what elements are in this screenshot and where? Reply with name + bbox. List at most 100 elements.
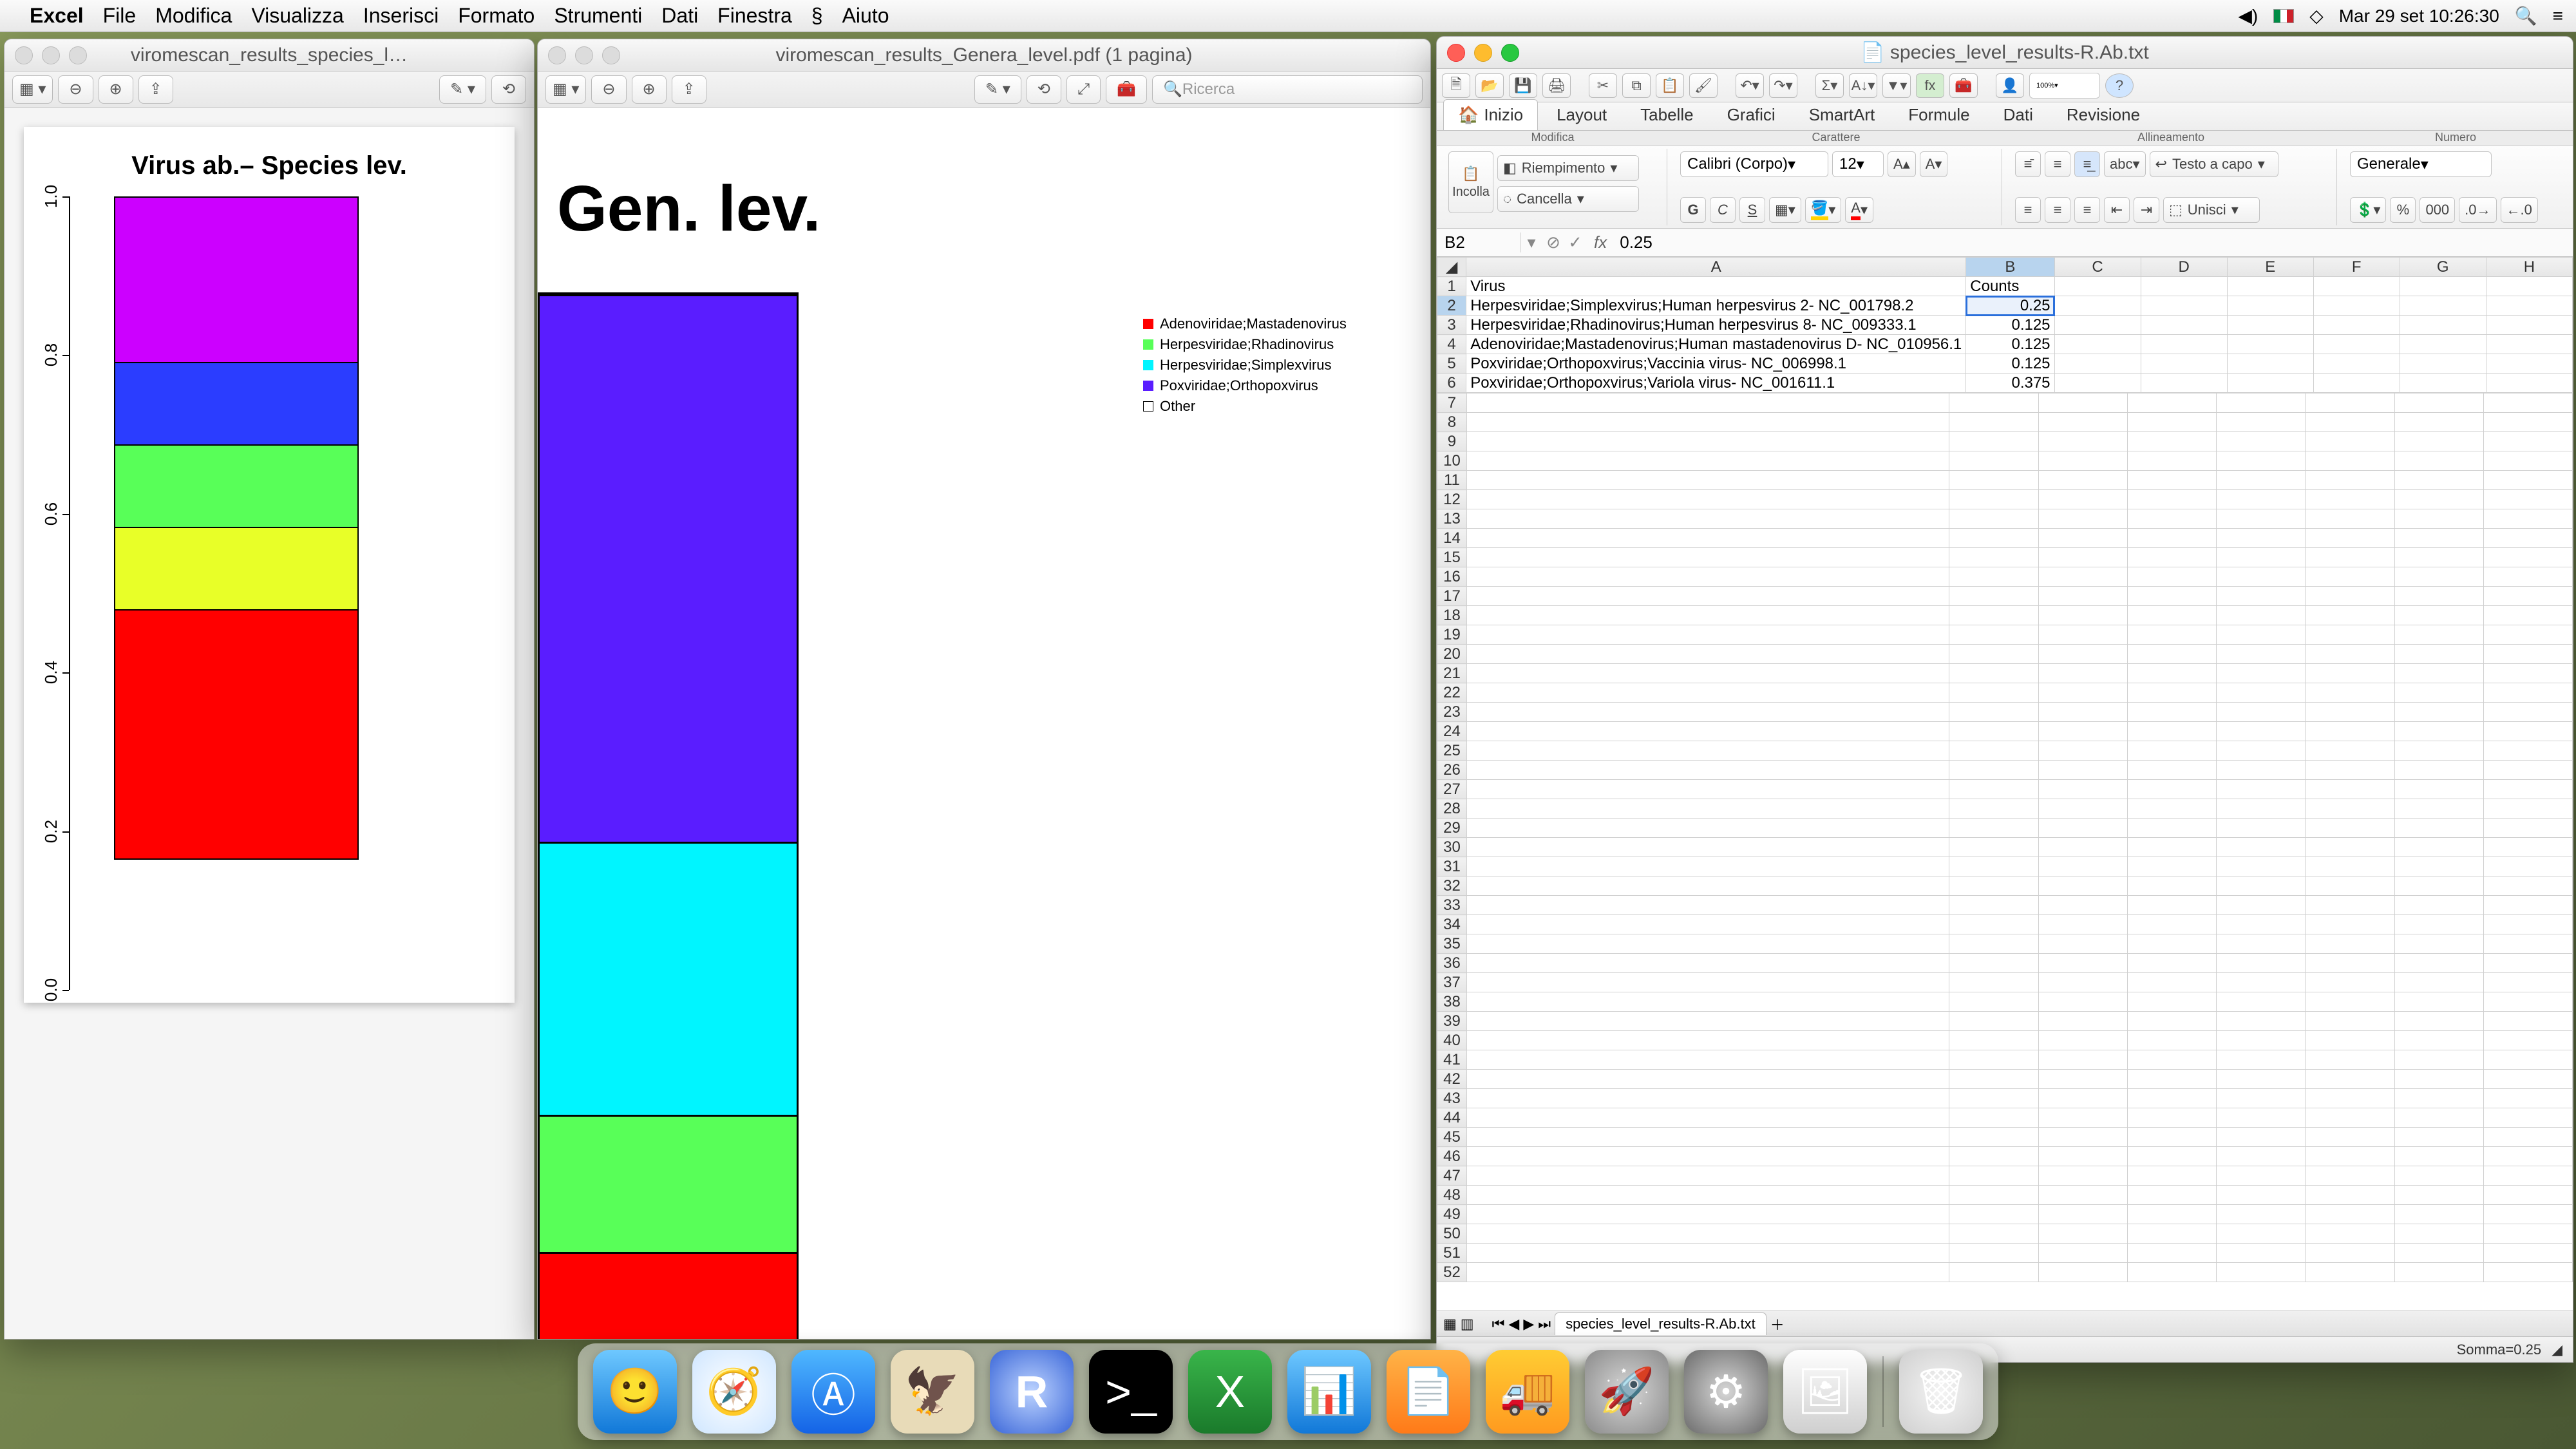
cell[interactable] xyxy=(2306,819,2394,838)
titlebar[interactable]: viromescan_results_Genera_level.pdf (1 p… xyxy=(538,39,1430,71)
cell[interactable] xyxy=(2394,509,2483,529)
cell[interactable] xyxy=(2217,606,2306,625)
cell[interactable] xyxy=(2306,1263,2394,1282)
cell[interactable] xyxy=(2038,490,2127,509)
cell[interactable] xyxy=(2400,296,2486,316)
merge-button[interactable]: ⬚ Unisci ▾ xyxy=(2163,197,2260,223)
dock-sysprefs[interactable]: ⚙ xyxy=(1684,1350,1768,1434)
cell[interactable] xyxy=(2127,645,2216,664)
add-sheet-button[interactable]: ＋ xyxy=(1770,1314,1785,1334)
cell[interactable] xyxy=(1949,1166,2038,1186)
align-top-button[interactable]: ≡̄ xyxy=(2015,151,2041,177)
cell[interactable] xyxy=(1949,451,2038,471)
row-header[interactable]: 39 xyxy=(1437,1012,1467,1031)
cell[interactable] xyxy=(2038,413,2127,432)
cell[interactable] xyxy=(2483,761,2572,780)
cell[interactable] xyxy=(2217,876,2306,896)
row-header[interactable]: 38 xyxy=(1437,992,1467,1012)
pdf-canvas[interactable]: Gen. lev. Adenoviridae;Mastadenovirus He… xyxy=(538,108,1430,1339)
cell[interactable] xyxy=(2394,606,2483,625)
cell[interactable] xyxy=(2483,625,2572,645)
cell[interactable] xyxy=(1949,1012,2038,1031)
cell[interactable] xyxy=(2217,857,2306,876)
cell[interactable] xyxy=(2394,896,2483,915)
cell[interactable] xyxy=(2127,954,2216,973)
cell[interactable] xyxy=(1466,1166,1949,1186)
cell[interactable] xyxy=(2306,761,2394,780)
cell[interactable] xyxy=(1949,1050,2038,1070)
cell[interactable] xyxy=(1949,1147,2038,1166)
cell[interactable] xyxy=(2217,625,2306,645)
name-box[interactable]: B2 xyxy=(1437,232,1520,252)
cell[interactable] xyxy=(2127,451,2216,471)
minimize-button[interactable] xyxy=(1474,44,1492,62)
cell[interactable] xyxy=(2483,1166,2572,1186)
cell[interactable] xyxy=(2313,354,2400,374)
grow-font-button[interactable]: A▴ xyxy=(1888,151,1916,177)
cell[interactable] xyxy=(2394,857,2483,876)
menu-inserisci[interactable]: Inserisci xyxy=(363,4,439,28)
col-header-B[interactable]: B xyxy=(1966,258,2054,277)
cell[interactable] xyxy=(2394,683,2483,703)
cell[interactable]: 0.125 xyxy=(1966,316,2054,335)
cell[interactable] xyxy=(1466,432,1949,451)
row-header[interactable]: 14 xyxy=(1437,529,1467,548)
align-middle-button[interactable]: ≡ xyxy=(2045,151,2070,177)
currency-button[interactable]: 💲▾ xyxy=(2350,197,2386,223)
cell[interactable] xyxy=(2400,354,2486,374)
cell[interactable] xyxy=(1466,992,1949,1012)
tab-nav-next[interactable]: ▶ xyxy=(1523,1316,1534,1332)
cell[interactable] xyxy=(2217,1147,2306,1166)
cell[interactable] xyxy=(2483,529,2572,548)
cell[interactable] xyxy=(2141,277,2227,296)
cell[interactable] xyxy=(2306,625,2394,645)
cell[interactable] xyxy=(1466,838,1949,857)
cell[interactable] xyxy=(2038,606,2127,625)
cell[interactable] xyxy=(1949,838,2038,857)
cell-selected[interactable]: 0.25 xyxy=(1966,296,2054,316)
status-resize-icon[interactable]: ◢ xyxy=(2552,1341,2562,1358)
cell[interactable] xyxy=(2394,954,2483,973)
input-source-flag-icon[interactable] xyxy=(2273,9,2294,23)
cell[interactable] xyxy=(2217,1031,2306,1050)
cell[interactable] xyxy=(2054,335,2141,354)
cell[interactable] xyxy=(2054,374,2141,393)
dock-terminal[interactable]: >_ xyxy=(1089,1350,1173,1434)
fillcolor-button[interactable]: 🪣▾ xyxy=(1805,197,1841,223)
cell[interactable] xyxy=(2038,954,2127,973)
cell[interactable] xyxy=(2306,1012,2394,1031)
cell[interactable] xyxy=(2038,1089,2127,1108)
cell[interactable] xyxy=(2127,992,2216,1012)
menu-formato[interactable]: Formato xyxy=(458,4,535,28)
cell[interactable] xyxy=(2306,741,2394,761)
row-header[interactable]: 12 xyxy=(1437,490,1467,509)
cell[interactable] xyxy=(2038,1205,2127,1224)
cell[interactable] xyxy=(2127,1050,2216,1070)
row-header[interactable]: 24 xyxy=(1437,722,1467,741)
cell[interactable] xyxy=(2038,1012,2127,1031)
cell[interactable] xyxy=(2483,1147,2572,1166)
save-icon[interactable]: 💾 xyxy=(1509,73,1537,98)
cell[interactable] xyxy=(2038,393,2127,413)
cell[interactable] xyxy=(2217,1050,2306,1070)
cell[interactable] xyxy=(2394,838,2483,857)
cell[interactable] xyxy=(2483,934,2572,954)
cell[interactable] xyxy=(2394,1031,2483,1050)
border-button[interactable]: ▦▾ xyxy=(1769,197,1801,223)
cell[interactable] xyxy=(2217,761,2306,780)
cell[interactable]: Herpesviridae;Simplexvirus;Human herpesv… xyxy=(1466,296,1966,316)
row-header[interactable]: 41 xyxy=(1437,1050,1467,1070)
cell[interactable] xyxy=(2217,1244,2306,1263)
cell[interactable] xyxy=(2227,354,2313,374)
cell[interactable] xyxy=(2038,934,2127,954)
cell[interactable] xyxy=(1466,683,1949,703)
cell[interactable] xyxy=(1466,393,1949,413)
cell[interactable] xyxy=(2038,1031,2127,1050)
cell[interactable] xyxy=(2394,741,2483,761)
cell[interactable] xyxy=(1949,1031,2038,1050)
cell[interactable] xyxy=(2141,354,2227,374)
col-header-G[interactable]: G xyxy=(2400,258,2486,277)
cell[interactable] xyxy=(2217,1012,2306,1031)
dock-excel[interactable]: X xyxy=(1188,1350,1272,1434)
cell[interactable] xyxy=(2483,741,2572,761)
